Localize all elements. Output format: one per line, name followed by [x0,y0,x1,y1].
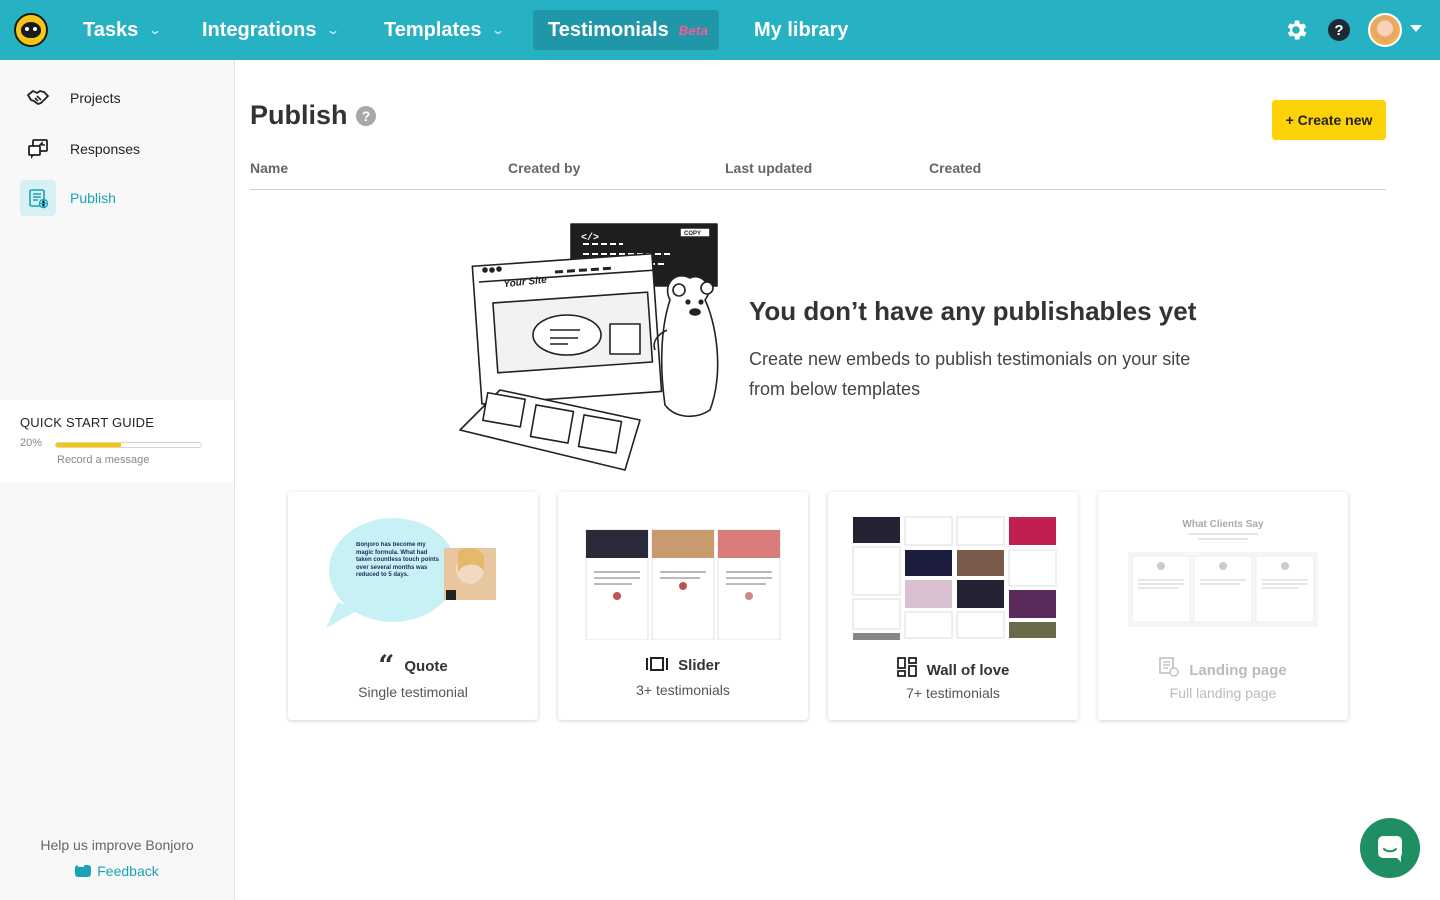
template-label-text: Slider [678,657,720,674]
feedback-label: Feedback [97,863,159,879]
avatar-caret-down-icon[interactable] [1410,25,1422,32]
quote-preview-image: Bonjoro has become my magic formula. Wha… [326,518,496,628]
chat-icon [1378,836,1402,862]
quote-preview-text: Bonjoro has become my magic formula. Wha… [356,542,440,578]
help-icon[interactable]: ? [1326,17,1352,43]
wall-of-love-preview-image [852,516,1057,640]
landing-page-icon [1159,657,1179,683]
chevron-down-icon: ⌄ [148,23,163,37]
nav-my-library-label: My library [754,18,849,41]
nav-testimonials-label: Testimonials [548,18,669,41]
nav-tasks[interactable]: Tasks ⌄ [68,10,175,50]
empty-state-title: You don’t have any publishables yet [749,296,1197,326]
nav-testimonials[interactable]: Testimonials Beta [533,10,719,50]
top-nav-bar: Tasks ⌄ Integrations ⌄ Templates ⌄ Testi… [0,0,1440,60]
chevron-down-icon: ⌄ [491,23,506,37]
landing-page-preview-image: What Clients Say [1128,519,1318,627]
template-description: Full landing page [1169,685,1277,701]
help-improve-text: Help us improve Bonjoro [40,837,194,853]
table-header-divider [250,189,1386,190]
quick-start-next-step: Record a message [57,454,150,466]
template-label: Wall of love [828,657,1078,683]
user-avatar[interactable] [1368,13,1402,47]
nav-my-library[interactable]: My library [739,10,863,50]
sidebar-item-responses[interactable]: Responses [20,131,140,167]
publish-icon [20,180,56,216]
quick-start-title: QUICK START GUIDE [20,415,155,430]
empty-state-subtitle: Create new embeds to publish testimonial… [749,349,1191,399]
template-card-wall-of-love[interactable]: Wall of love 7+ testimonials [828,492,1078,720]
wall-layout-icon [896,657,917,683]
sidebar-item-label: Responses [70,141,141,157]
quote-icon: “ [378,649,395,682]
feedback-chat-icon [75,861,92,877]
nav-integrations-label: Integrations [202,18,317,41]
slider-icon [646,654,669,677]
template-description: 7+ testimonials [906,685,1000,701]
template-description: Single testimonial [358,684,468,700]
sidebar-item-publish[interactable]: Publish [20,180,116,216]
quick-start-guide[interactable]: QUICK START GUIDE 20% Record a message [0,400,234,482]
template-label-text: Wall of love [926,661,1010,679]
feedback-link[interactable]: Feedback [0,861,234,879]
template-card-landing-page[interactable]: What Clients Say Landing page Full landi… [1098,492,1348,720]
column-header-last-updated[interactable]: Last updated [725,160,812,176]
page-title: Publish [250,100,348,130]
bonjoro-logo-icon[interactable] [14,13,48,47]
sidebar: Projects Responses Publish QUICK START G… [0,60,235,900]
nav-templates[interactable]: Templates ⌄ [369,10,519,50]
landing-preview-heading: What Clients Say [1182,519,1264,530]
quick-start-percent: 20% [20,437,43,449]
chevron-down-icon: ⌄ [326,23,341,37]
nav-integrations[interactable]: Integrations ⌄ [187,10,354,50]
beta-badge: Beta [678,22,709,38]
illustration-copy-label: COPY [684,231,701,237]
quick-start-progress-fill [56,443,122,447]
column-header-created-by[interactable]: Created by [508,160,580,176]
template-label: “ Quote [288,649,538,682]
chat-support-button[interactable] [1360,818,1420,878]
empty-state-illustration: Your Site COPY </> [459,223,719,471]
sidebar-item-label: Projects [70,90,121,106]
nav-templates-label: Templates [384,18,482,41]
create-new-button[interactable]: + Create new [1272,100,1386,140]
column-header-name[interactable]: Name [250,160,288,176]
sidebar-item-label: Publish [70,190,116,206]
nav-tasks-label: Tasks [83,18,139,41]
template-label: Slider [558,654,808,677]
quick-start-progress-bar [55,442,202,448]
template-card-quote[interactable]: Bonjoro has become my magic formula. Wha… [288,492,538,720]
settings-gear-icon[interactable] [1283,17,1309,43]
template-label: Landing page [1098,657,1348,683]
template-label-text: Quote [404,657,448,675]
slider-preview-image [585,529,781,640]
illustration-code-label: </> [581,232,599,244]
template-description: 3+ testimonials [636,682,730,698]
template-card-slider[interactable]: Slider 3+ testimonials [558,492,808,720]
column-header-created[interactable]: Created [929,160,981,176]
help-icon[interactable]: ? [356,106,376,126]
responses-icon [20,131,56,167]
sidebar-item-projects[interactable]: Projects [20,80,121,116]
handshake-icon [20,80,56,116]
template-label-text: Landing page [1189,661,1287,679]
